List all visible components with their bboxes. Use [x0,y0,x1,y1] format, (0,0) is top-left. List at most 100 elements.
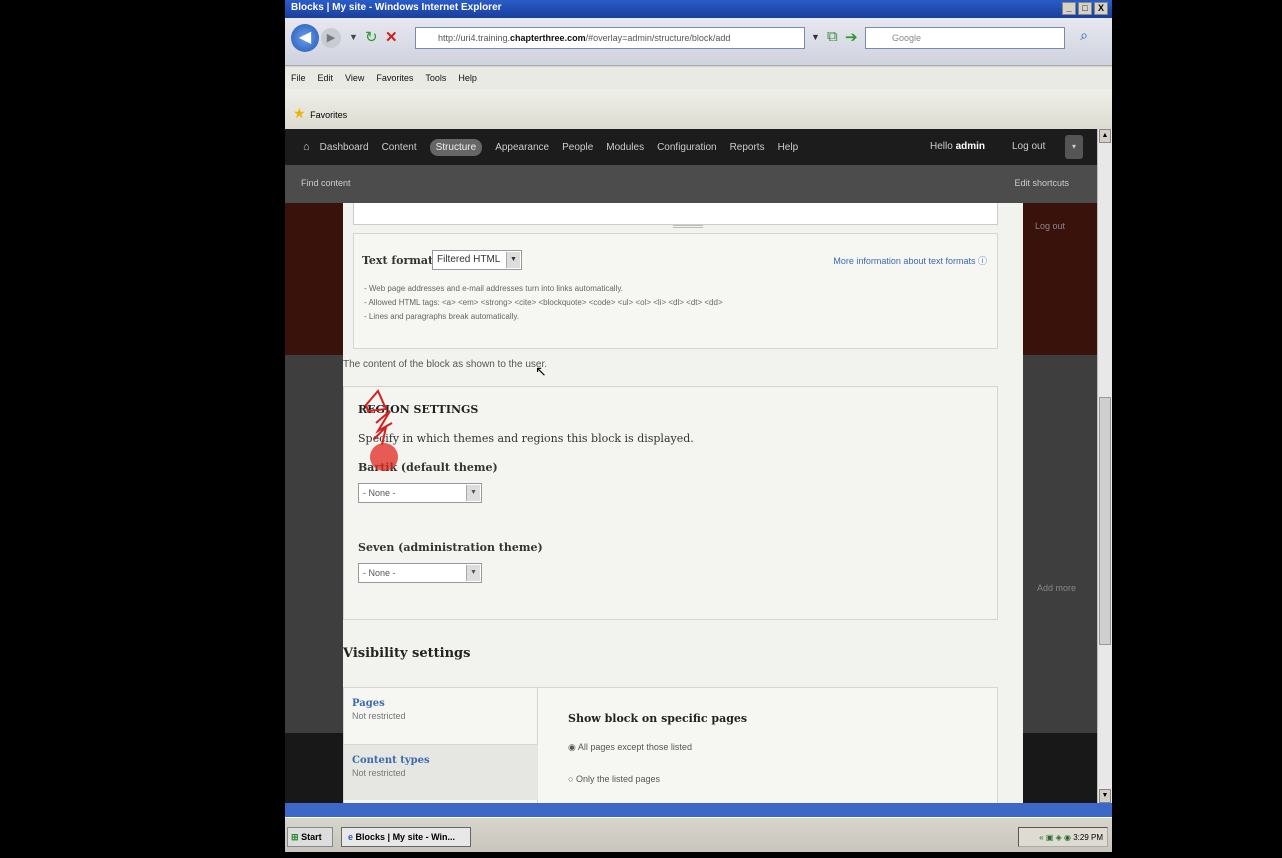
menu-bar: File Edit View Favorites Tools Help [285,67,1112,89]
radio-label: Only the listed pages [575,774,661,784]
menu-edit[interactable]: Edit [318,73,334,83]
search-placeholder: Google [892,33,922,43]
refresh-icon[interactable]: ↻ [365,28,378,46]
select-arrow-icon: ▼ [466,485,480,501]
select-arrow-icon: ▼ [506,252,520,268]
scroll-up-icon[interactable]: ▲ [1099,129,1111,143]
window-controls: _ □ X [1062,2,1108,15]
home-icon[interactable]: ⌂ [303,141,310,153]
vertical-scrollbar[interactable]: ▲ ▼ [1097,129,1112,803]
forward-button[interactable]: ▶ [321,28,341,48]
search-icon[interactable]: ⌕ [1069,27,1099,49]
radio-selected-icon: ◉ [568,742,576,752]
toolbar-modules[interactable]: Modules [606,142,644,153]
toolbar-configuration[interactable]: Configuration [657,142,716,153]
vertical-tabs: Pages Not restricted Content types Not r… [344,688,538,803]
more-info-text: More information about text formats [833,256,976,266]
text-format-value: Filtered HTML [437,254,501,265]
address-dropdown-icon[interactable]: ▼ [811,32,820,42]
radio-label: All pages except those listed [577,742,692,752]
status-strip [285,803,1112,817]
select-arrow-icon: ▼ [466,565,480,581]
ie-icon: e [348,832,354,842]
red-pen-annotation [364,389,398,471]
region-settings-fieldset: REGION SETTINGS Specify in which themes … [343,386,998,620]
stop-icon[interactable]: ✕ [385,28,398,46]
close-button[interactable]: X [1094,2,1108,15]
textarea-resize-grip[interactable] [673,225,703,228]
address-bar[interactable]: http://uri4.training.chapterthree.com/#o… [415,27,805,49]
filter-tip: - Allowed HTML tags: <a> <em> <strong> <… [364,298,723,307]
block-body-textarea[interactable] [353,203,998,225]
background-add-more: Add more [1037,583,1077,593]
start-label: Start [301,832,322,842]
menu-view[interactable]: View [345,73,364,83]
taskbar-ie-window[interactable]: e Blocks | My site - Win... [341,827,471,847]
tab-pages[interactable]: Pages Not restricted [344,688,538,744]
toolbar-structure[interactable]: Structure [429,138,483,156]
bartik-region-value: - None - [363,488,396,498]
tab-content-types-title: Content types [352,755,430,766]
overlay-panel: Text format Filtered HTML ▼ More informa… [343,203,1023,803]
minimize-button[interactable]: _ [1062,2,1076,15]
text-format-label: Text format [362,254,434,267]
filter-tip-text: Web page addresses and e-mail addresses … [368,284,623,293]
window-title: Blocks | My site - Windows Internet Expl… [291,2,502,13]
visibility-settings-panel: Pages Not restricted Content types Not r… [343,687,998,803]
menu-file[interactable]: File [291,73,306,83]
scroll-down-icon[interactable]: ▼ [1099,789,1111,803]
toolbar-content[interactable]: Content [382,142,417,153]
favorites-star-icon[interactable]: ★ [293,105,306,121]
clock: 3:29 PM [1073,833,1103,842]
menu-tools[interactable]: Tools [425,73,446,83]
background-logout: Log out [1035,221,1066,231]
seven-theme-label: Seven (administration theme) [358,541,543,554]
logout-link[interactable]: Log out [1012,141,1045,152]
show-block-title: Show block on specific pages [568,712,748,725]
find-content-link[interactable]: Find content [301,178,351,188]
go-arrow-icon[interactable]: ➔ [845,28,858,46]
start-button[interactable]: ⊞ Start [287,827,333,847]
seven-region-value: - None - [363,568,396,578]
toolbar-dashboard[interactable]: Dashboard [320,142,369,153]
menu-favorites[interactable]: Favorites [376,73,413,83]
windows-logo-icon: ⊞ [291,832,299,842]
filter-tip-text: Allowed HTML tags: <a> <em> <strong> <ci… [368,298,723,307]
address-path: /#overlay=admin/structure/block/add [585,33,731,43]
radio-all-pages-except[interactable]: ◉ All pages except those listed [568,742,692,753]
maximize-button[interactable]: □ [1078,2,1092,15]
edit-shortcuts-link[interactable]: Edit shortcuts [1014,178,1069,188]
tab-pages-summary: Not restricted [352,711,406,721]
tray-icons[interactable]: « ▣ ◈ ◉ [1039,833,1071,842]
toolbar-appearance[interactable]: Appearance [495,142,549,153]
history-dropdown-icon[interactable]: ▼ [349,32,358,42]
search-input[interactable]: Google [865,27,1065,49]
toolbar-reports[interactable]: Reports [730,142,765,153]
favorites-label[interactable]: Favorites [310,110,347,120]
seven-region-select[interactable]: - None - ▼ [358,563,482,583]
system-tray: « ▣ ◈ ◉ 3:29 PM [1018,827,1108,847]
greeting-prefix: Hello [930,141,956,152]
scrollbar-thumb[interactable] [1099,397,1111,645]
mouse-pointer-icon: ↖ [535,363,547,379]
windows-taskbar: ⊞ Start e Blocks | My site - Win... « ▣ … [285,817,1112,852]
toolbar-toggle-icon[interactable]: ▾ [1065,135,1083,159]
favorites-bar: ★ Favorites [285,89,1112,129]
back-button[interactable]: ◀ [291,24,319,52]
username-link[interactable]: admin [956,141,985,152]
tab-content-types-summary: Not restricted [352,768,406,778]
radio-only-listed[interactable]: ○ Only the listed pages [568,774,660,784]
help-icon: ⓘ [977,256,987,266]
menu-help[interactable]: Help [458,73,477,83]
compatibility-icon[interactable]: ⧉ [827,28,838,45]
more-info-link[interactable]: More information about text formats ⓘ [833,254,987,267]
bartik-region-select[interactable]: - None - ▼ [358,483,482,503]
toolbar-help[interactable]: Help [778,142,799,153]
screen: Blocks | My site - Windows Internet Expl… [285,0,1112,852]
tab-pages-title: Pages [352,698,385,709]
filter-tip: - Web page addresses and e-mail addresse… [364,284,623,293]
tab-content-types[interactable]: Content types Not restricted [344,744,538,800]
text-format-select[interactable]: Filtered HTML ▼ [432,250,522,270]
filter-tip: - Lines and paragraphs break automatical… [364,312,520,321]
toolbar-people[interactable]: People [562,142,593,153]
